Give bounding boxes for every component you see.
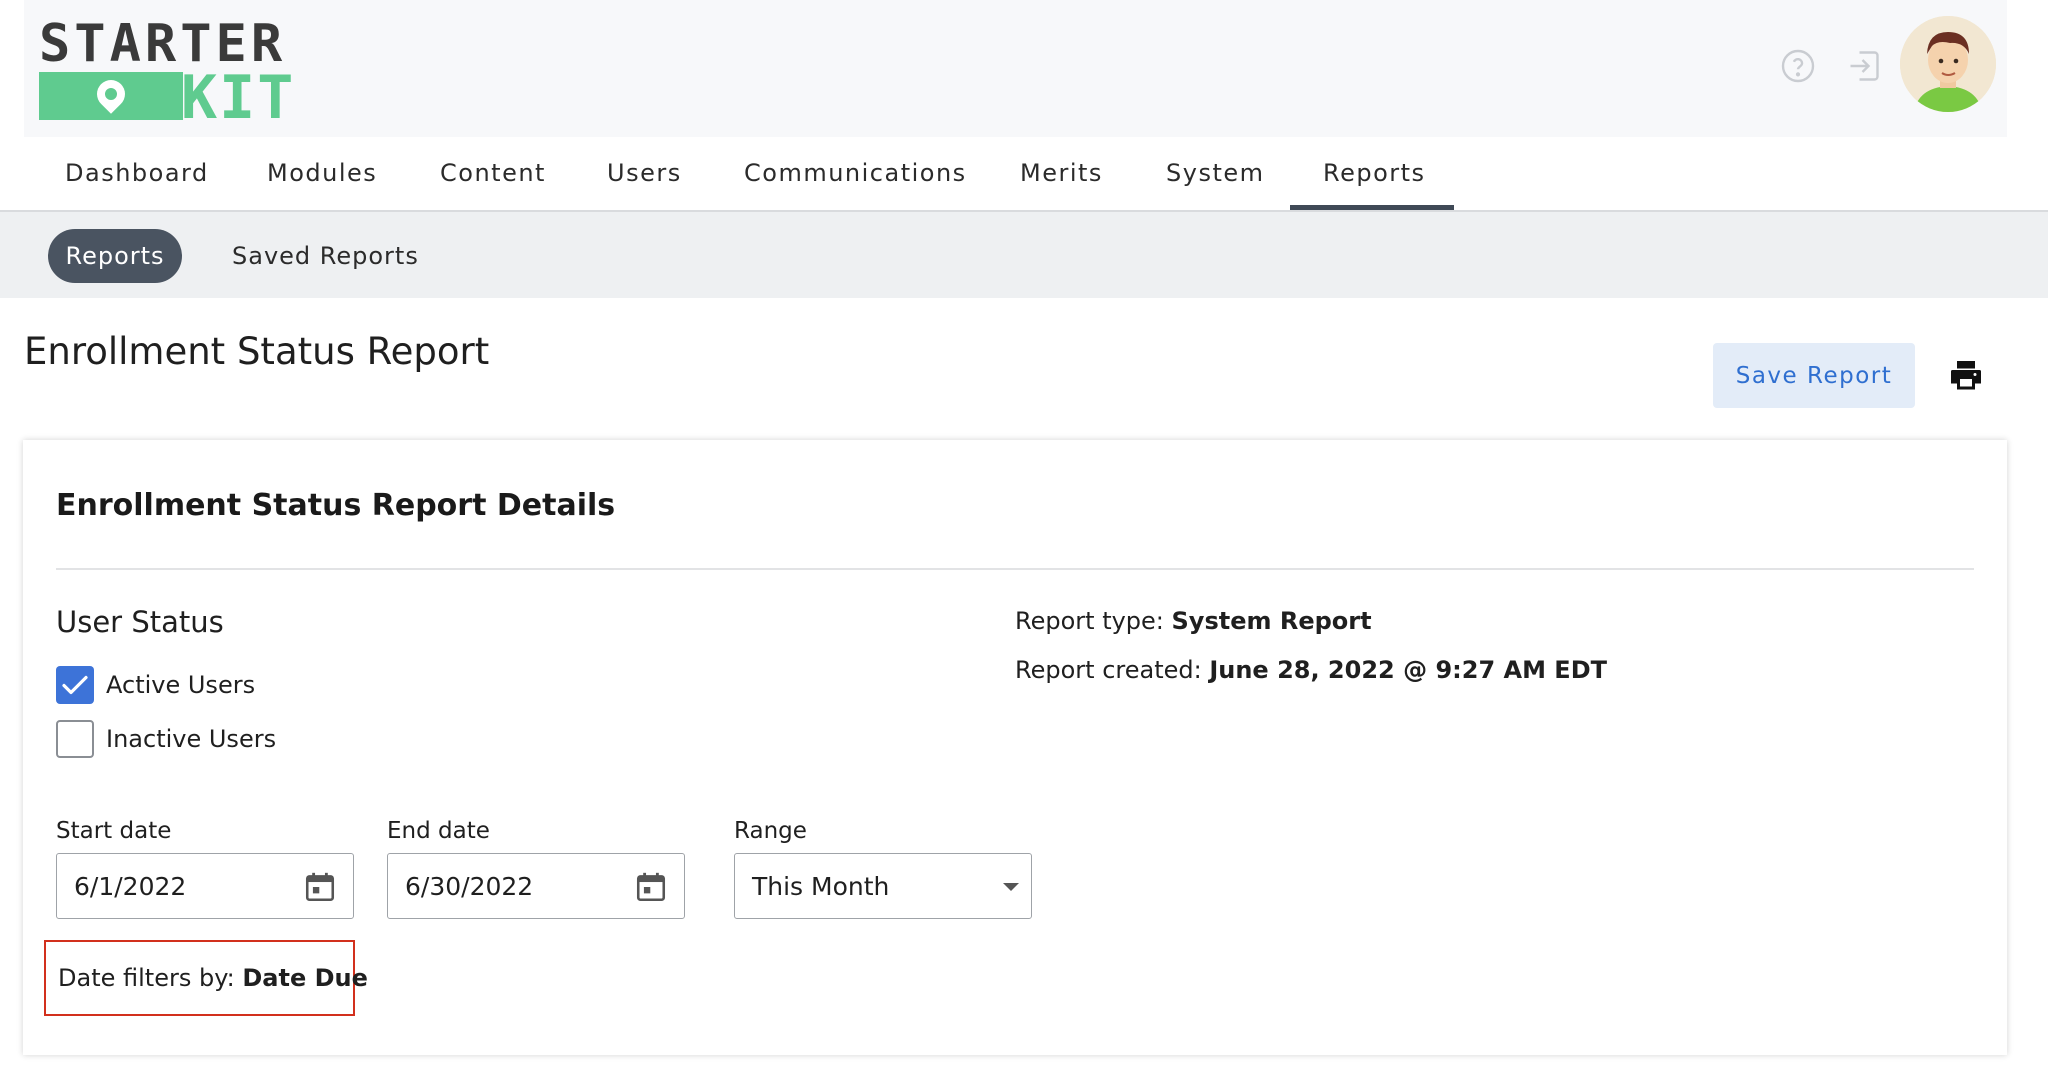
card-title: Enrollment Status Report Details [56, 488, 616, 523]
report-created-line: Report created: June 28, 2022 @ 9:27 AM … [1015, 656, 1607, 684]
nav-merits[interactable]: Merits [1020, 159, 1103, 187]
nav-dashboard[interactable]: Dashboard [65, 159, 209, 187]
nav-content[interactable]: Content [440, 159, 546, 187]
start-date-input[interactable]: 6/1/2022 [56, 853, 354, 919]
inactive-users-checkbox[interactable] [56, 720, 94, 758]
starter-kit-logo[interactable]: STARTER KIT [39, 18, 293, 128]
start-date-value: 6/1/2022 [74, 872, 187, 901]
chevron-down-icon [1003, 883, 1019, 891]
nav-reports[interactable]: Reports [1323, 159, 1426, 187]
report-created-value: June 28, 2022 @ 9:27 AM EDT [1209, 656, 1607, 684]
report-type-line: Report type: System Report [1015, 607, 1372, 635]
subnav-saved-reports[interactable]: Saved Reports [232, 242, 419, 270]
save-report-button[interactable]: Save Report [1713, 343, 1915, 408]
header-bar: STARTER KIT [24, 0, 2007, 137]
report-details-card: Enrollment Status Report Details User St… [23, 440, 2007, 1055]
nav-users[interactable]: Users [607, 159, 682, 187]
main-nav: Dashboard Modules Content Users Communic… [0, 137, 2048, 212]
range-select[interactable]: This Month [734, 853, 1032, 919]
calendar-icon[interactable] [303, 870, 337, 904]
nav-active-indicator [1290, 205, 1454, 210]
nav-modules[interactable]: Modules [267, 159, 377, 187]
calendar-icon[interactable] [634, 870, 668, 904]
sub-nav: Reports Saved Reports [0, 212, 2048, 298]
exit-icon[interactable] [1846, 48, 1882, 84]
range-label: Range [734, 818, 807, 844]
date-filter-value: Date Due [242, 964, 368, 992]
report-type-value: System Report [1171, 607, 1372, 635]
end-date-label: End date [387, 818, 490, 844]
report-created-label: Report created: [1015, 656, 1210, 684]
subnav-reports-pill[interactable]: Reports [48, 229, 182, 283]
active-users-checkbox[interactable] [56, 666, 94, 704]
user-avatar[interactable] [1900, 16, 1996, 112]
page-title: Enrollment Status Report [24, 330, 490, 373]
user-status-title: User Status [56, 605, 224, 639]
inactive-users-label: Inactive Users [106, 725, 277, 753]
active-users-label: Active Users [106, 671, 256, 699]
help-circle-icon[interactable] [1780, 48, 1816, 84]
check-icon [62, 675, 88, 695]
end-date-value: 6/30/2022 [405, 872, 534, 901]
range-value: This Month [752, 872, 890, 901]
nav-communications[interactable]: Communications [744, 159, 967, 187]
date-filter-note: Date filters by: Date Due [58, 964, 368, 992]
nav-system[interactable]: System [1166, 159, 1265, 187]
date-filter-label: Date filters by: [58, 964, 243, 992]
end-date-input[interactable]: 6/30/2022 [387, 853, 685, 919]
printer-icon[interactable] [1948, 358, 1984, 394]
logo-text-bottom: KIT [181, 63, 296, 133]
start-date-label: Start date [56, 818, 172, 844]
avatar-illustration [1900, 16, 1996, 112]
drop-icon [91, 74, 131, 114]
date-filter-note-box: Date filters by: Date Due [44, 940, 368, 1016]
logo-bar [39, 72, 183, 120]
report-type-label: Report type: [1015, 607, 1172, 635]
card-divider [56, 568, 1974, 570]
